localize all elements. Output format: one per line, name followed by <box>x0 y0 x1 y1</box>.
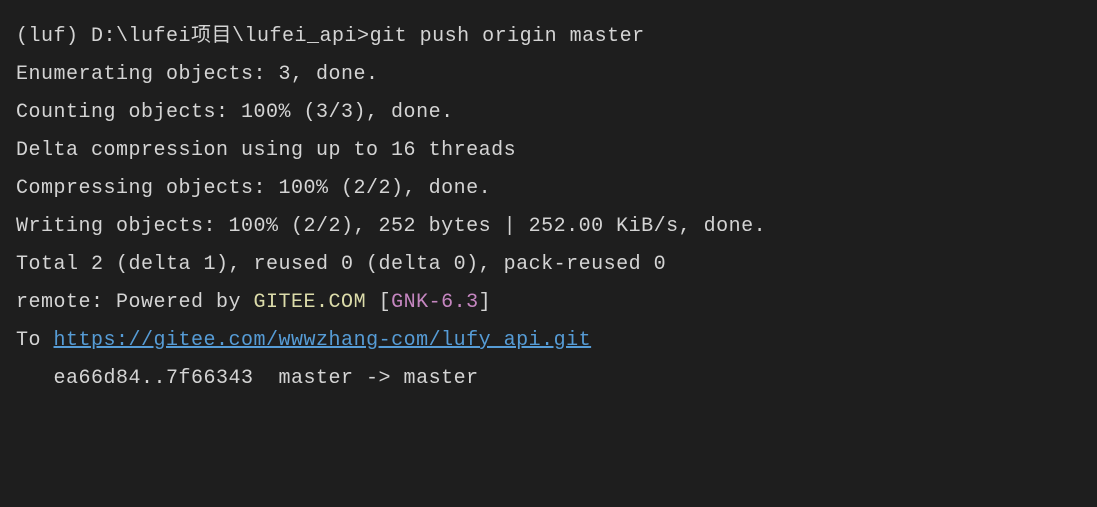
cwd-path: D:\lufei项目\lufei_api> <box>91 25 370 48</box>
bracket-close: ] <box>479 291 492 314</box>
bracket-open: [ <box>366 291 391 314</box>
command-text: git push origin master <box>370 25 645 48</box>
prompt-line: (luf) D:\lufei项目\lufei_api>git push orig… <box>16 18 1081 56</box>
output-delta: Delta compression using up to 16 threads <box>16 132 1081 170</box>
output-writing: Writing objects: 100% (2/2), 252 bytes |… <box>16 208 1081 246</box>
output-counting: Counting objects: 100% (3/3), done. <box>16 94 1081 132</box>
output-total: Total 2 (delta 1), reused 0 (delta 0), p… <box>16 246 1081 284</box>
repo-url-link[interactable]: https://gitee.com/wwwzhang-com/lufy_api.… <box>54 329 592 352</box>
gitee-brand: GITEE.COM <box>254 291 367 314</box>
gnk-version: GNK-6.3 <box>391 291 479 314</box>
output-to: To https://gitee.com/wwwzhang-com/lufy_a… <box>16 322 1081 360</box>
remote-prefix: remote: Powered by <box>16 291 254 314</box>
env-prefix: (luf) <box>16 25 91 48</box>
output-ref: ea66d84..7f66343 master -> master <box>16 360 1081 398</box>
output-remote: remote: Powered by GITEE.COM [GNK-6.3] <box>16 284 1081 322</box>
output-compressing: Compressing objects: 100% (2/2), done. <box>16 170 1081 208</box>
to-prefix: To <box>16 329 54 352</box>
output-enumerating: Enumerating objects: 3, done. <box>16 56 1081 94</box>
